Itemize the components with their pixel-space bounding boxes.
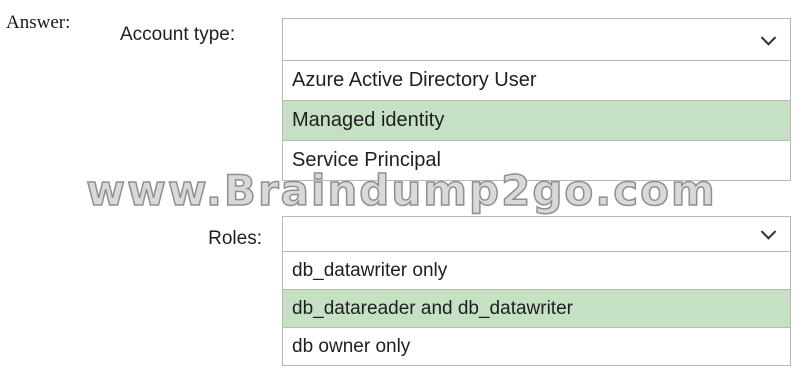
chevron-down-icon[interactable] [760, 224, 777, 240]
chevron-down-icon[interactable] [760, 29, 777, 46]
account-type-label: Account type: [120, 24, 236, 45]
account-type-option-managed-identity[interactable]: Managed identity [282, 101, 791, 141]
roles-label: Roles: [208, 228, 262, 249]
roles-option-datareader-and-datawriter[interactable]: db_datareader and db_datawriter [282, 290, 791, 328]
roles-option-list: db_datawriter only db_datareader and db_… [282, 252, 791, 366]
roles-option-owner-only[interactable]: db owner only [282, 328, 791, 366]
roles-dropdown[interactable] [282, 216, 791, 252]
answer-label: Answer: [6, 12, 71, 33]
roles-option-datawriter-only[interactable]: db_datawriter only [282, 252, 791, 290]
account-type-option-service-principal[interactable]: Service Principal [282, 141, 791, 181]
account-type-option-azure-ad-user[interactable]: Azure Active Directory User [282, 61, 791, 101]
account-type-dropdown[interactable] [282, 18, 791, 61]
account-type-option-list: Azure Active Directory User Managed iden… [282, 61, 791, 181]
